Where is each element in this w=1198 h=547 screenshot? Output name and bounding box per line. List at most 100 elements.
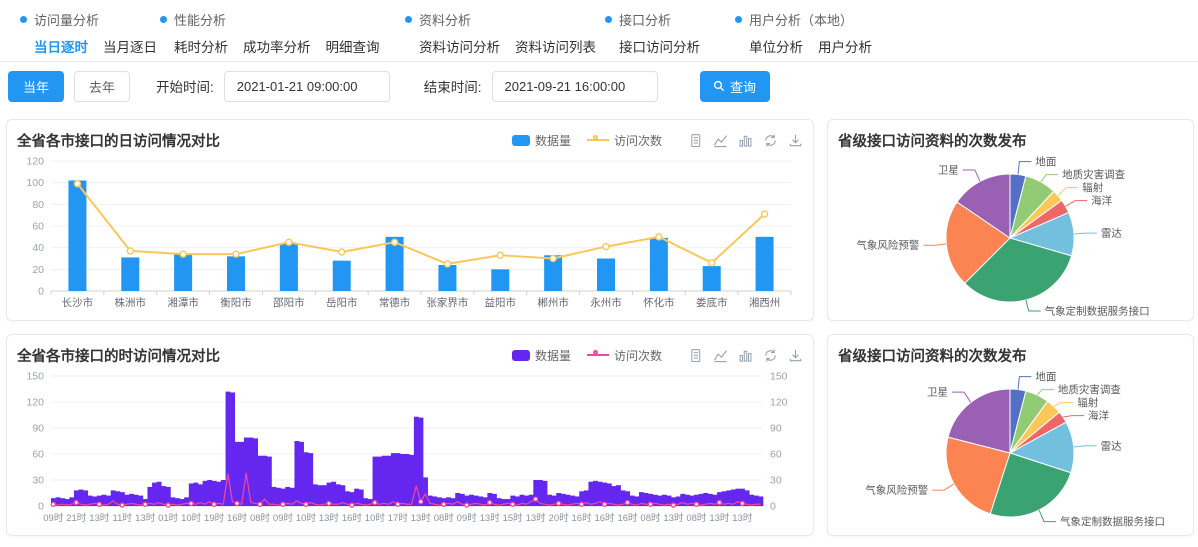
- line-chart-icon[interactable]: [713, 133, 728, 148]
- svg-text:120: 120: [770, 397, 788, 409]
- svg-text:09时: 09时: [457, 512, 478, 524]
- bar-chart-icon[interactable]: [738, 133, 753, 148]
- nav-item-hourly-today[interactable]: 当日逐时: [34, 36, 88, 56]
- nav-item-detail-query[interactable]: 明细查询: [326, 36, 380, 56]
- restore-icon[interactable]: [763, 133, 778, 148]
- svg-text:辐射: 辐射: [1082, 181, 1104, 194]
- svg-text:60: 60: [32, 449, 44, 461]
- svg-text:13时: 13时: [480, 512, 501, 524]
- svg-text:16时: 16时: [572, 512, 593, 524]
- restore-icon[interactable]: [763, 348, 778, 363]
- line-chart-icon[interactable]: [713, 348, 728, 363]
- svg-text:100: 100: [26, 177, 44, 189]
- svg-text:10时: 10时: [181, 512, 202, 524]
- svg-text:常德市: 常德市: [379, 296, 411, 309]
- svg-text:0: 0: [38, 286, 44, 298]
- svg-text:衡阳市: 衡阳市: [220, 296, 252, 309]
- nav-group-data: 资料分析 资料访问分析 资料访问列表: [405, 10, 605, 61]
- svg-text:90: 90: [32, 423, 44, 435]
- svg-text:13时: 13时: [663, 512, 684, 524]
- bar-chart-icon[interactable]: [738, 348, 753, 363]
- chart-toolbox: [688, 133, 803, 148]
- svg-text:30: 30: [32, 475, 44, 487]
- svg-text:20: 20: [32, 264, 44, 276]
- nav-item-unit-analysis[interactable]: 单位分析: [749, 36, 803, 56]
- svg-text:13时: 13时: [135, 512, 156, 524]
- nav-item-data-access-analysis[interactable]: 资料访问分析: [419, 36, 500, 56]
- svg-text:09时: 09时: [43, 512, 64, 524]
- chart-title: 全省各市接口的时访问情况对比: [17, 345, 220, 366]
- svg-text:张家界市: 张家界市: [426, 296, 468, 309]
- line-swatch-icon: [587, 354, 609, 356]
- chart-title: 全省各市接口的日访问情况对比: [17, 130, 220, 151]
- svg-text:地面: 地面: [1035, 155, 1056, 168]
- nav-group-title: 接口分析: [605, 10, 735, 29]
- svg-text:湘西州: 湘西州: [749, 296, 781, 309]
- svg-text:邵阳市: 邵阳市: [273, 296, 305, 309]
- svg-text:20时: 20时: [549, 512, 570, 524]
- svg-text:19时: 19时: [204, 512, 225, 524]
- nav-item-interface-access-analysis[interactable]: 接口访问分析: [619, 36, 700, 56]
- svg-text:13时: 13时: [526, 512, 547, 524]
- svg-text:卫星: 卫星: [927, 387, 948, 399]
- last-year-button[interactable]: 去年: [74, 71, 130, 102]
- svg-text:11时: 11时: [113, 512, 133, 524]
- daily-access-chart[interactable]: 020406080100120长沙市株洲市湘潭市衡阳市邵阳市岳阳市常德市张家界市…: [17, 151, 803, 313]
- svg-text:40: 40: [32, 242, 44, 254]
- this-year-button[interactable]: 当年: [8, 71, 64, 102]
- end-time-input[interactable]: [492, 71, 658, 102]
- province-access-pie-chart[interactable]: 地面地质灾害调查辐射海洋雷达气象定制数据服务接口气象风险预警卫星: [838, 366, 1183, 534]
- start-time-input[interactable]: [224, 71, 390, 102]
- download-icon[interactable]: [788, 348, 803, 363]
- nav-item-daily-month[interactable]: 当月逐日: [103, 36, 157, 56]
- legend-item-data-volume[interactable]: 数据量: [512, 347, 571, 364]
- svg-text:13时: 13时: [411, 512, 432, 524]
- nav-group-visits: 访问量分析 当日逐时 当月逐日: [20, 10, 160, 61]
- svg-text:13时: 13时: [709, 512, 730, 524]
- filter-bar: 当年 去年 开始时间: 结束时间: 查询: [0, 62, 1198, 110]
- svg-text:16时: 16时: [227, 512, 248, 524]
- nav-group-title: 用户分析（本地）: [735, 10, 1198, 29]
- svg-text:气象定制数据服务接口: 气象定制数据服务接口: [1045, 305, 1150, 318]
- daily-access-chart-card: 全省各市接口的日访问情况对比 数据量 访问次数 020406080100120长…: [6, 119, 814, 321]
- nav-item-time-cost[interactable]: 耗时分析: [174, 36, 228, 56]
- svg-text:08时: 08时: [250, 512, 271, 524]
- svg-text:120: 120: [26, 156, 44, 168]
- svg-text:09时: 09时: [273, 512, 294, 524]
- svg-text:10时: 10时: [365, 512, 386, 524]
- dashboard-content: 全省各市接口的日访问情况对比 数据量 访问次数 020406080100120长…: [0, 110, 1198, 536]
- legend-item-visit-count[interactable]: 访问次数: [587, 132, 662, 149]
- nav-group-title: 资料分析: [405, 10, 605, 29]
- chart-toolbox: [688, 348, 803, 363]
- svg-text:120: 120: [26, 397, 44, 409]
- end-time-label: 结束时间:: [424, 76, 482, 96]
- hourly-access-chart-card: 全省各市接口的时访问情况对比 数据量 访问次数 0030306060909012…: [6, 334, 814, 536]
- svg-text:岳阳市: 岳阳市: [326, 296, 358, 309]
- data-view-icon[interactable]: [688, 348, 703, 363]
- svg-text:长沙市: 长沙市: [62, 296, 94, 309]
- legend-item-visit-count[interactable]: 访问次数: [587, 347, 662, 364]
- bullet-icon: [605, 16, 612, 23]
- search-icon: [713, 80, 725, 92]
- legend-item-data-volume[interactable]: 数据量: [512, 132, 571, 149]
- nav-item-user-analysis[interactable]: 用户分析: [818, 36, 872, 56]
- nav-item-data-access-list[interactable]: 资料访问列表: [515, 36, 596, 56]
- svg-text:13时: 13时: [732, 512, 753, 524]
- search-button[interactable]: 查询: [700, 71, 770, 102]
- data-view-icon[interactable]: [688, 133, 703, 148]
- svg-text:气象风险预警: 气象风险预警: [856, 239, 919, 252]
- svg-text:60: 60: [32, 221, 44, 233]
- svg-text:湘潭市: 湘潭市: [167, 296, 199, 309]
- download-icon[interactable]: [788, 133, 803, 148]
- svg-text:雷达: 雷达: [1101, 440, 1123, 452]
- province-access-pie-chart[interactable]: 地面地质灾害调查辐射海洋雷达气象定制数据服务接口气象风险预警卫星: [838, 151, 1183, 319]
- nav-item-success-rate[interactable]: 成功率分析: [243, 36, 311, 56]
- svg-text:永州市: 永州市: [590, 296, 622, 309]
- hourly-access-chart[interactable]: 0030306060909012012015015009时21时13时11时13…: [17, 366, 803, 528]
- svg-text:0: 0: [770, 501, 776, 513]
- svg-text:150: 150: [770, 371, 788, 383]
- svg-text:卫星: 卫星: [938, 164, 959, 176]
- line-swatch-icon: [587, 139, 609, 141]
- top-nav: 访问量分析 当日逐时 当月逐日 性能分析 耗时分析 成功率分析 明细查询 资料分…: [0, 0, 1198, 62]
- svg-text:气象定制数据服务接口: 气象定制数据服务接口: [1060, 515, 1165, 528]
